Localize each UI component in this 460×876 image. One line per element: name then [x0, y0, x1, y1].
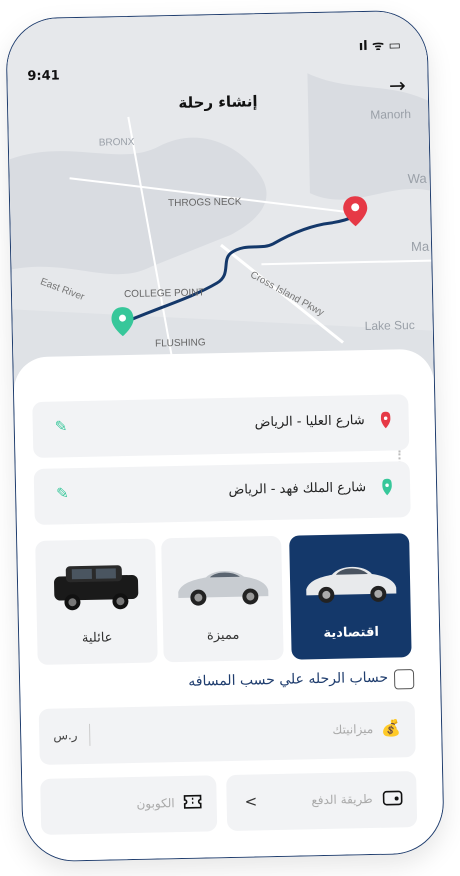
- car-option-premium-label: مميزة: [206, 627, 240, 644]
- dropoff-location-text: شارع الملك فهد - الرياض: [228, 480, 367, 498]
- chevron-left-icon: <: [244, 792, 258, 811]
- dropoff-edit-icon[interactable]: ✎: [56, 484, 69, 502]
- map-label-wa: Wa: [407, 171, 427, 186]
- route-map[interactable]: BRONX Manorh Wa THROGS NECK Ma East Rive…: [6, 10, 434, 390]
- status-time: 9:41: [27, 68, 60, 85]
- car-option-premium[interactable]: مميزة: [161, 535, 284, 663]
- wallet-icon: [382, 788, 403, 810]
- budget-field[interactable]: ر.س ميزانيتك 💰: [38, 701, 416, 765]
- compact-car-icon: [306, 566, 397, 603]
- sedan-car-icon: [178, 571, 269, 606]
- suv-car-icon: [54, 565, 139, 611]
- status-icons: ıl ᯤ ▭: [358, 38, 402, 55]
- car-option-economy[interactable]: اقتصادية: [289, 533, 412, 660]
- map-label-ma: Ma: [411, 239, 430, 254]
- map-label-lake: Lake Suc: [365, 318, 415, 333]
- map-label-college-point: COLLEGE POINT: [124, 287, 205, 300]
- coupon-button[interactable]: الكوبون: [40, 775, 218, 835]
- map-label-bronx: BRONX: [99, 137, 135, 149]
- pickup-pin-icon: [379, 410, 393, 434]
- pickup-location-field[interactable]: شارع العليا - الرياض ✎: [32, 394, 410, 459]
- dropoff-pin-icon: [380, 477, 394, 501]
- coupon-ticket-icon: [182, 793, 202, 815]
- back-arrow-icon[interactable]: →: [389, 73, 406, 97]
- phone-frame: BRONX Manorh Wa THROGS NECK Ma East Rive…: [5, 9, 445, 863]
- pickup-edit-icon[interactable]: ✎: [55, 417, 68, 435]
- map-label-throgs: THROGS NECK: [168, 197, 242, 210]
- map-canvas: BRONX Manorh Wa THROGS NECK Ma East Rive…: [6, 10, 434, 390]
- coupon-placeholder: الكوبون: [136, 796, 175, 811]
- pickup-location-text: شارع العليا - الرياض: [254, 413, 365, 431]
- dropoff-location-field[interactable]: شارع الملك فهد - الرياض ✎: [33, 461, 411, 526]
- car-option-family-label: عائلية: [81, 630, 113, 647]
- map-label-manor: Manorh: [370, 107, 411, 122]
- currency-label: ر.س: [53, 728, 78, 743]
- payment-method-button[interactable]: < طريقة الدفع: [226, 771, 418, 832]
- car-option-family[interactable]: عائلية: [35, 538, 158, 665]
- car-option-economy-label: اقتصادية: [323, 624, 380, 641]
- map-label-flushing: FLUSHING: [155, 337, 206, 349]
- payment-method-placeholder: طريقة الدفع: [311, 791, 373, 808]
- money-bag-icon: 💰: [381, 718, 402, 738]
- budget-placeholder: ميزانيتك: [332, 721, 374, 737]
- currency-divider: [88, 723, 91, 746]
- distance-calc-checkbox[interactable]: [393, 669, 415, 690]
